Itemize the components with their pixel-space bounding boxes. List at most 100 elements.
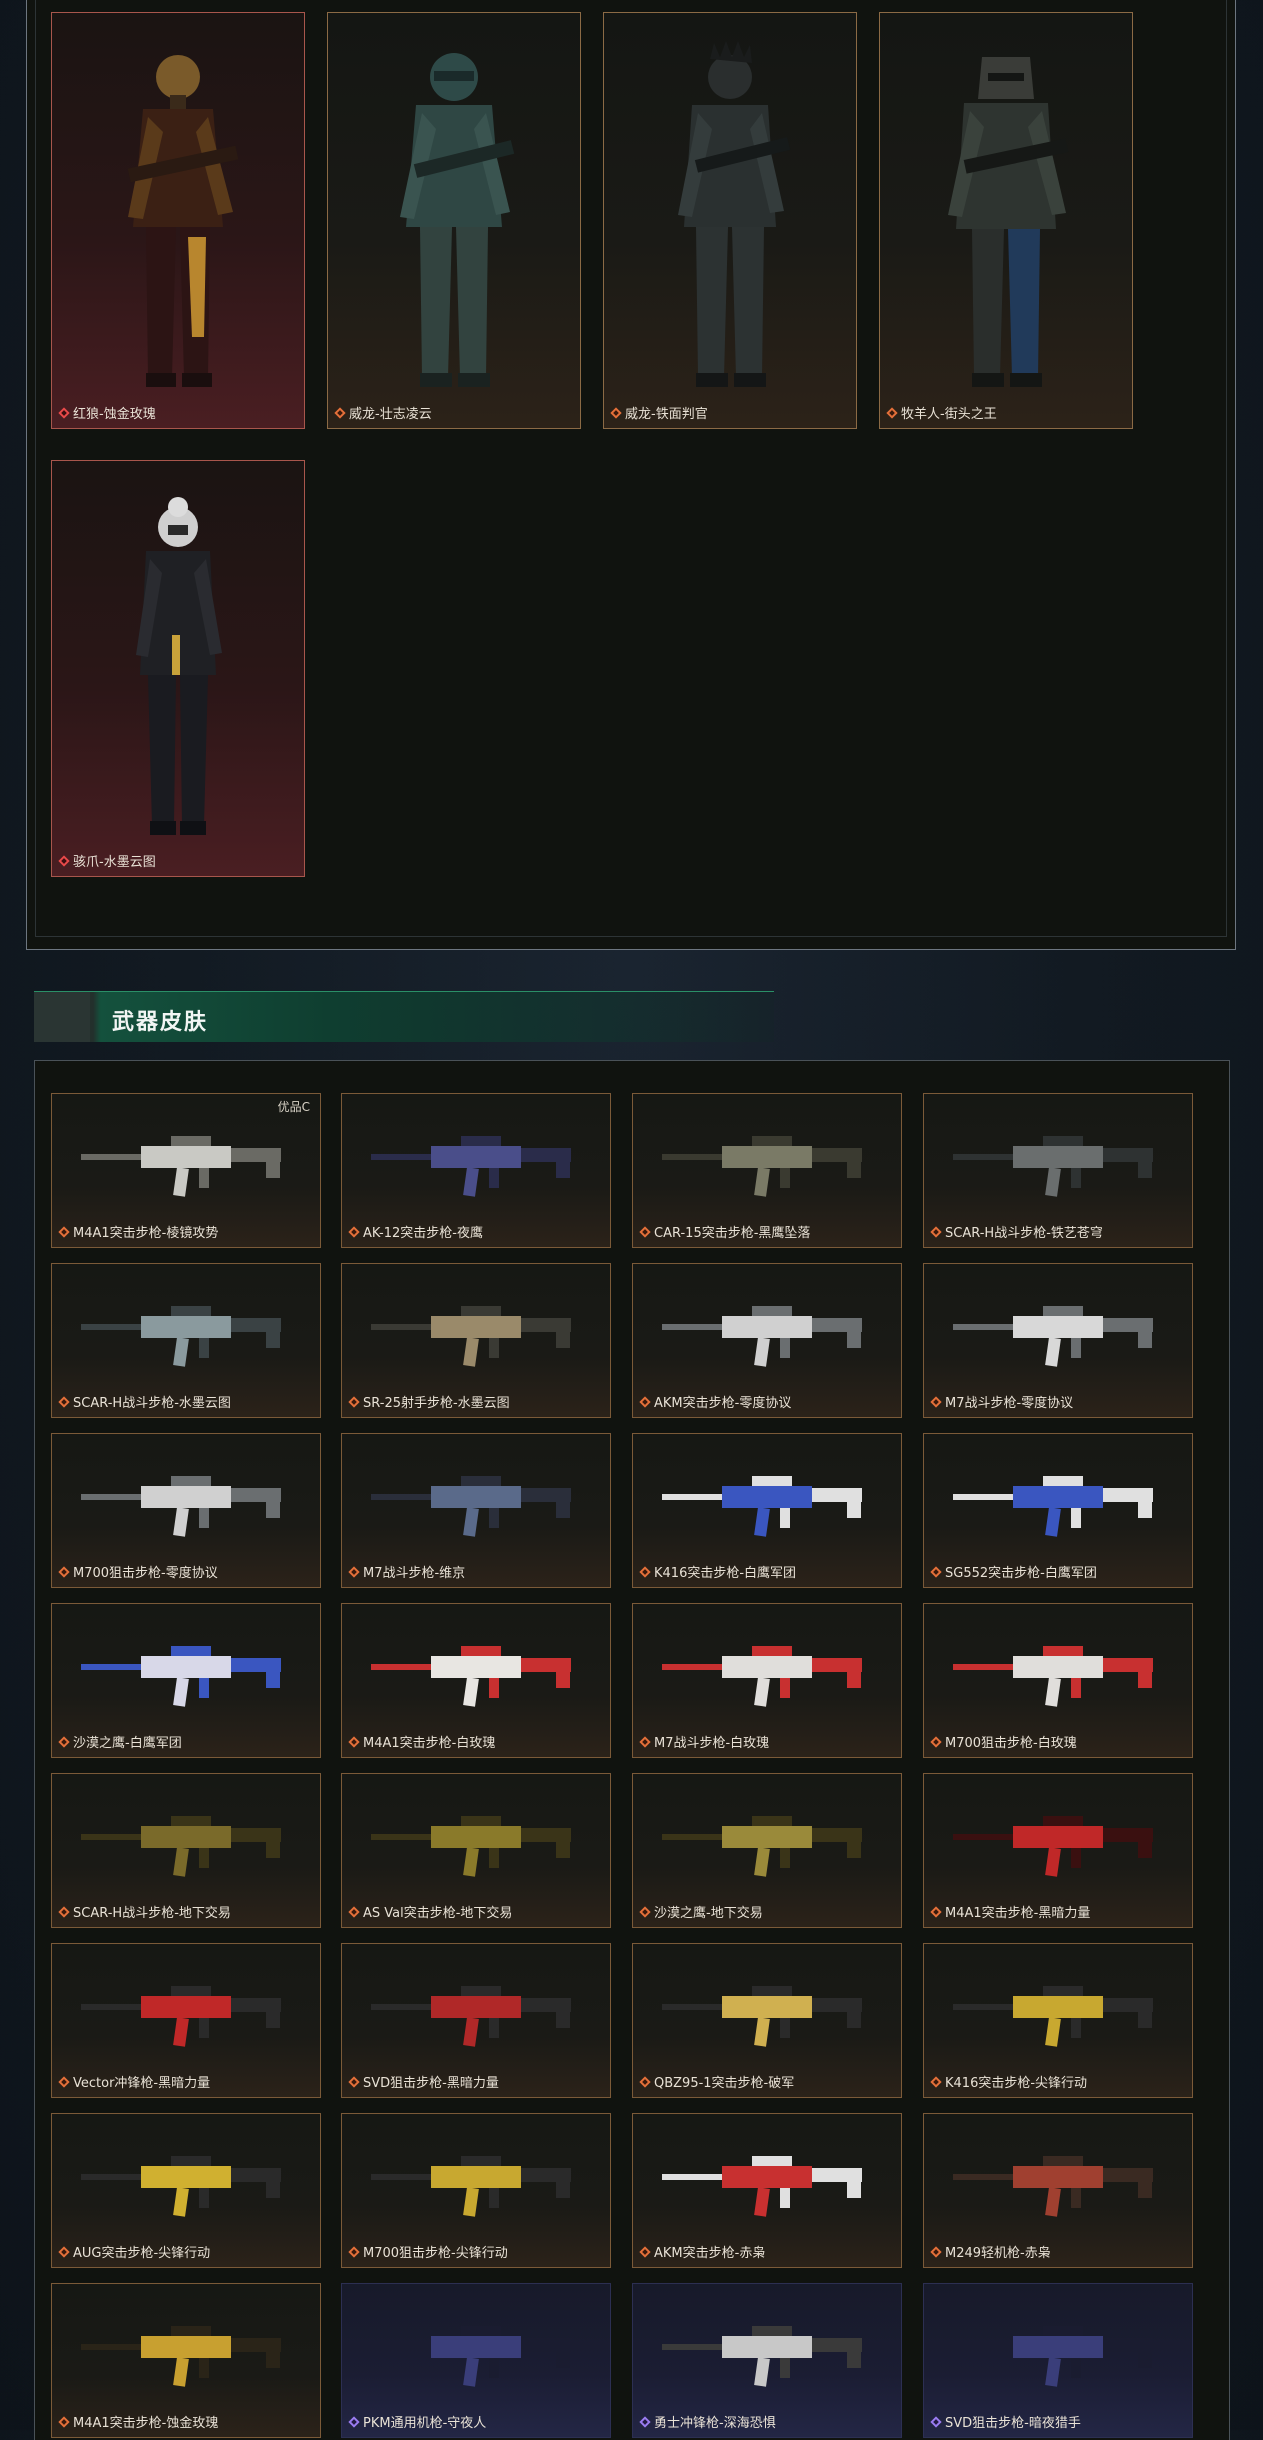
weapon-card[interactable]: AUG突击步枪-尖锋行动 xyxy=(51,2113,321,2268)
weapon-image xyxy=(371,1816,571,1877)
weapon-image xyxy=(371,1136,571,1197)
weapon-image xyxy=(662,1816,862,1877)
weapon-card[interactable]: SR-25射手步枪-水墨云图 xyxy=(341,1263,611,1418)
rarity-icon xyxy=(639,1395,651,1408)
weapon-name: M700狙击步枪-零度协议 xyxy=(73,1566,218,1581)
weapon-name: M7战斗步枪-白玫瑰 xyxy=(654,1736,770,1751)
weapon-name: M7战斗步枪-维京 xyxy=(363,1566,466,1581)
weapon-card[interactable]: 优品C M4A1突击步枪-棱镜攻势 xyxy=(51,1093,321,1248)
weapon-name: PKM通用机枪-守夜人 xyxy=(363,2416,487,2431)
operator-figure xyxy=(127,55,239,387)
weapon-card[interactable]: M7战斗步枪-维京 xyxy=(341,1433,611,1588)
weapon-image xyxy=(371,1646,571,1707)
weapon-name: CAR-15突击步枪-黑鹰坠落 xyxy=(654,1226,811,1241)
weapon-card[interactable]: SCAR-H战斗步枪-铁艺苍穹 xyxy=(923,1093,1193,1248)
weapon-card[interactable]: AKM突击步枪-赤枭 xyxy=(632,2113,902,2268)
weapon-name: SVD狙击步枪-黑暗力量 xyxy=(363,2076,499,2091)
weapon-card[interactable]: SCAR-H战斗步枪-水墨云图 xyxy=(51,1263,321,1418)
operator-name: 牧羊人-街头之王 xyxy=(901,407,997,422)
weapon-name: 沙漠之鹰-地下交易 xyxy=(654,1906,763,1921)
weapon-image xyxy=(81,1816,281,1877)
weapon-card[interactable]: M7战斗步枪-白玫瑰 xyxy=(632,1603,902,1758)
weapon-card[interactable]: K416突击步枪-尖锋行动 xyxy=(923,1943,1193,2098)
operator-name: 红狼-蚀金玫瑰 xyxy=(73,407,156,422)
weapon-image xyxy=(953,1646,1153,1707)
rarity-icon xyxy=(58,1735,70,1748)
rarity-icon xyxy=(58,2075,70,2088)
weapon-card[interactable]: SVD狙击步枪-暗夜猎手 xyxy=(923,2283,1193,2438)
weapon-name: Vector冲锋枪-黑暗力量 xyxy=(73,2076,211,2091)
weapon-name: K416突击步枪-白鹰军团 xyxy=(654,1566,797,1581)
weapon-card[interactable]: AK-12突击步枪-夜鹰 xyxy=(341,1093,611,1248)
weapon-image xyxy=(953,1306,1153,1367)
weapon-card[interactable]: SCAR-H战斗步枪-地下交易 xyxy=(51,1773,321,1928)
operator-card[interactable]: 威龙-铁面判官 xyxy=(603,12,857,429)
operator-card[interactable]: 骇爪-水墨云图 xyxy=(51,460,305,877)
rarity-icon xyxy=(348,1565,360,1578)
operator-figure xyxy=(400,53,515,387)
weapon-card[interactable]: SVD狙击步枪-黑暗力量 xyxy=(341,1943,611,2098)
weapon-name: SCAR-H战斗步枪-水墨云图 xyxy=(73,1396,231,1411)
rarity-icon xyxy=(639,1565,651,1578)
weapon-name: SCAR-H战斗步枪-地下交易 xyxy=(73,1906,231,1921)
weapon-name: M4A1突击步枪-蚀金玫瑰 xyxy=(73,2416,219,2431)
rarity-icon xyxy=(58,1565,70,1578)
operator-card[interactable]: 红狼-蚀金玫瑰 xyxy=(51,12,305,429)
weapon-name: 勇士冲锋枪-深海恐惧 xyxy=(654,2416,776,2431)
weapon-card[interactable]: AKM突击步枪-零度协议 xyxy=(632,1263,902,1418)
weapon-image xyxy=(371,1476,571,1537)
weapon-image xyxy=(662,1136,862,1197)
weapon-card[interactable]: SG552突击步枪-白鹰军团 xyxy=(923,1433,1193,1588)
rarity-icon xyxy=(930,2075,942,2088)
rarity-icon xyxy=(930,2415,942,2428)
operator-figure xyxy=(136,497,222,835)
weapon-image xyxy=(81,1136,281,1197)
weapon-name: SVD狙击步枪-暗夜猎手 xyxy=(945,2416,1081,2431)
rarity-icon xyxy=(610,406,622,419)
weapon-card[interactable]: Vector冲锋枪-黑暗力量 xyxy=(51,1943,321,2098)
weapon-card[interactable]: M7战斗步枪-零度协议 xyxy=(923,1263,1193,1418)
weapon-image xyxy=(371,2326,571,2387)
weapon-card[interactable]: PKM通用机枪-守夜人 xyxy=(341,2283,611,2438)
rarity-icon xyxy=(348,1395,360,1408)
rarity-icon xyxy=(348,2245,360,2258)
weapon-image xyxy=(81,2156,281,2217)
weapon-card[interactable]: 沙漠之鹰-地下交易 xyxy=(632,1773,902,1928)
weapon-card[interactable]: QBZ95-1突击步枪-破军 xyxy=(632,1943,902,2098)
weapon-name: K416突击步枪-尖锋行动 xyxy=(945,2076,1088,2091)
weapon-name: SG552突击步枪-白鹰军团 xyxy=(945,1566,1097,1581)
weapon-image xyxy=(662,1306,862,1367)
weapon-card[interactable]: M4A1突击步枪-蚀金玫瑰 xyxy=(51,2283,321,2438)
rarity-icon xyxy=(348,2075,360,2088)
rarity-icon xyxy=(930,1905,942,1918)
rarity-icon xyxy=(930,2245,942,2258)
weapon-card[interactable]: M4A1突击步枪-白玫瑰 xyxy=(341,1603,611,1758)
weapon-name: M4A1突击步枪-白玫瑰 xyxy=(363,1736,496,1751)
weapon-card[interactable]: CAR-15突击步枪-黑鹰坠落 xyxy=(632,1093,902,1248)
weapon-image xyxy=(81,1476,281,1537)
operator-card[interactable]: 牧羊人-街头之王 xyxy=(879,12,1133,429)
weapon-image xyxy=(953,1136,1153,1197)
weapon-name: 沙漠之鹰-白鹰军团 xyxy=(73,1736,182,1751)
weapon-card[interactable]: M700狙击步枪-尖锋行动 xyxy=(341,2113,611,2268)
weapon-image xyxy=(371,1306,571,1367)
weapon-image xyxy=(662,1986,862,2047)
rarity-icon xyxy=(886,406,898,419)
weapon-card[interactable]: AS Val突击步枪-地下交易 xyxy=(341,1773,611,1928)
weapon-card[interactable]: 沙漠之鹰-白鹰军团 xyxy=(51,1603,321,1758)
weapon-card[interactable]: M700狙击步枪-零度协议 xyxy=(51,1433,321,1588)
rarity-icon xyxy=(334,406,346,419)
weapon-image xyxy=(662,1476,862,1537)
rarity-icon xyxy=(58,1905,70,1918)
rarity-icon xyxy=(58,2245,70,2258)
operator-card[interactable]: 威龙-壮志凌云 xyxy=(327,12,581,429)
rarity-icon xyxy=(639,2415,651,2428)
weapon-card[interactable]: M4A1突击步枪-黑暗力量 xyxy=(923,1773,1193,1928)
weapon-name: M7战斗步枪-零度协议 xyxy=(945,1396,1074,1411)
weapon-card[interactable]: K416突击步枪-白鹰军团 xyxy=(632,1433,902,1588)
operator-skins-panel: 红狼-蚀金玫瑰 威龙-壮志凌云 威龙-铁面判官 牧羊人-街头之王 骇爪-水墨云图 xyxy=(26,0,1236,950)
rarity-icon xyxy=(58,2415,70,2428)
weapon-card[interactable]: 勇士冲锋枪-深海恐惧 xyxy=(632,2283,902,2438)
weapon-card[interactable]: M249轻机枪-赤枭 xyxy=(923,2113,1193,2268)
weapon-card[interactable]: M700狙击步枪-白玫瑰 xyxy=(923,1603,1193,1758)
